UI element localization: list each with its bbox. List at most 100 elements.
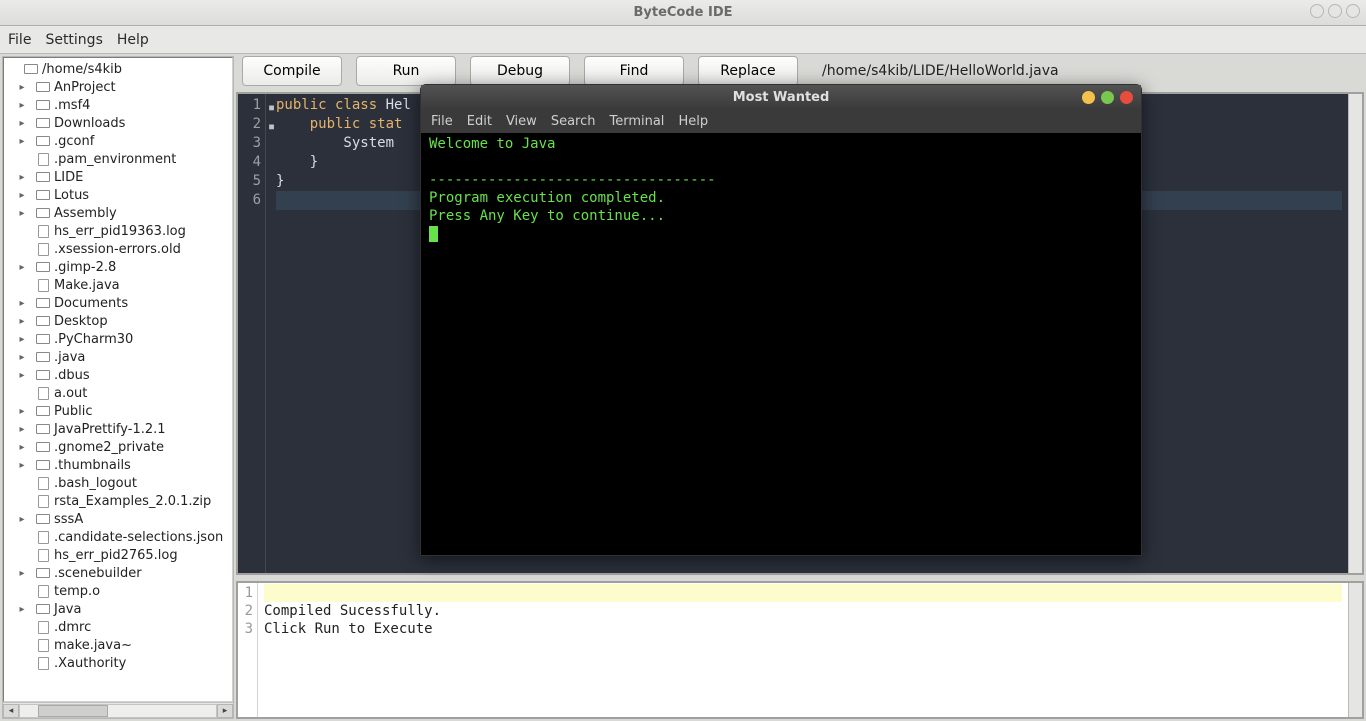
compile-button[interactable]: Compile [242, 56, 342, 86]
tree-item[interactable]: ▸JavaPrettify-1.2.1 [4, 420, 232, 438]
tree-item-label: .pam_environment [54, 152, 176, 167]
tree-item[interactable]: ▸.msf4 [4, 96, 232, 114]
tree-item[interactable]: make.java~ [4, 636, 232, 654]
tree-item[interactable]: .dmrc [4, 618, 232, 636]
editor-vscroll[interactable] [1348, 94, 1362, 573]
terminal-body[interactable]: Welcome to Java ------------------------… [421, 133, 1141, 555]
folder-icon [35, 206, 51, 220]
tree-item[interactable]: ▸.gimp-2.8 [4, 258, 232, 276]
scroll-track[interactable] [19, 704, 217, 718]
tree-item[interactable]: ▸Assembly [4, 204, 232, 222]
menu-file[interactable]: File [8, 32, 31, 48]
terminal-minimize-icon[interactable] [1082, 91, 1095, 104]
maximize-icon[interactable] [1328, 4, 1342, 18]
expand-icon[interactable]: ▸ [16, 208, 28, 219]
tree-item[interactable]: .pam_environment [4, 150, 232, 168]
tree-item[interactable]: rsta_Examples_2.0.1.zip [4, 492, 232, 510]
terminal-menu-file[interactable]: File [431, 114, 453, 129]
file-path: /home/s4kib/LIDE/HelloWorld.java [822, 63, 1059, 79]
expand-icon[interactable]: ▸ [16, 442, 28, 453]
debug-button[interactable]: Debug [470, 56, 570, 86]
file-icon [35, 584, 51, 598]
terminal-maximize-icon[interactable] [1101, 91, 1114, 104]
tree-item-label: Lotus [54, 188, 89, 203]
menu-help[interactable]: Help [117, 32, 149, 48]
output-gutter-line: 1 [238, 584, 253, 602]
terminal-close-icon[interactable] [1120, 91, 1133, 104]
tree-item-label: .xsession-errors.old [54, 242, 181, 257]
replace-button[interactable]: Replace [698, 56, 798, 86]
tree-item[interactable]: ▸Desktop [4, 312, 232, 330]
expand-icon[interactable]: ▸ [16, 172, 28, 183]
expand-icon[interactable]: ▸ [16, 136, 28, 147]
tree-root[interactable]: /home/s4kib [4, 60, 232, 78]
tree-item[interactable]: ▸.scenebuilder [4, 564, 232, 582]
file-icon [35, 242, 51, 256]
tree-item-label: hs_err_pid19363.log [54, 224, 186, 239]
file-icon [35, 656, 51, 670]
window-title: ByteCode IDE [633, 5, 732, 20]
expand-icon[interactable]: ▸ [16, 100, 28, 111]
expand-icon[interactable]: ▸ [16, 352, 28, 363]
terminal-menu-view[interactable]: View [506, 114, 537, 129]
tree-item[interactable]: .xsession-errors.old [4, 240, 232, 258]
terminal-menu-search[interactable]: Search [551, 114, 596, 129]
expand-icon[interactable]: ▸ [16, 406, 28, 417]
file-icon [35, 548, 51, 562]
expand-icon[interactable]: ▸ [16, 316, 28, 327]
file-tree[interactable]: /home/s4kib▸AnProject▸.msf4▸Downloads▸.g… [3, 57, 233, 702]
tree-item[interactable]: .Xauthority [4, 654, 232, 672]
terminal-menu-help[interactable]: Help [678, 114, 708, 129]
expand-icon[interactable]: ▸ [16, 262, 28, 273]
expand-icon[interactable]: ▸ [16, 604, 28, 615]
tree-item[interactable]: ▸Downloads [4, 114, 232, 132]
scroll-left-icon[interactable]: ◂ [3, 704, 19, 718]
tree-item-label: .Xauthority [54, 656, 126, 671]
expand-icon[interactable]: ▸ [16, 370, 28, 381]
expand-icon[interactable]: ▸ [16, 424, 28, 435]
tree-item[interactable]: ▸Documents [4, 294, 232, 312]
tree-item[interactable]: ▸.dbus [4, 366, 232, 384]
expand-icon[interactable]: ▸ [16, 298, 28, 309]
tree-item[interactable]: ▸.gnome2_private [4, 438, 232, 456]
file-icon [35, 278, 51, 292]
tree-item[interactable]: ▸Public [4, 402, 232, 420]
tree-item[interactable]: ▸ Lotus [4, 186, 232, 204]
run-button[interactable]: Run [356, 56, 456, 86]
expand-icon[interactable]: ▸ [16, 82, 28, 93]
menu-settings[interactable]: Settings [45, 32, 102, 48]
tree-item[interactable]: ▸.thumbnails [4, 456, 232, 474]
tree-item[interactable]: .bash_logout [4, 474, 232, 492]
sidebar-hscroll[interactable]: ◂ ▸ [3, 702, 233, 718]
tree-item[interactable]: hs_err_pid19363.log [4, 222, 232, 240]
close-icon[interactable] [1346, 4, 1360, 18]
folder-icon [35, 422, 51, 436]
tree-item[interactable]: .candidate-selections.json [4, 528, 232, 546]
terminal-menu-edit[interactable]: Edit [467, 114, 492, 129]
expand-icon[interactable]: ▸ [16, 118, 28, 129]
find-button[interactable]: Find [584, 56, 684, 86]
expand-icon[interactable]: ▸ [16, 190, 28, 201]
terminal-window[interactable]: Most Wanted File Edit View Search Termin… [420, 84, 1142, 556]
terminal-menu-terminal[interactable]: Terminal [609, 114, 664, 129]
minimize-icon[interactable] [1310, 4, 1324, 18]
expand-icon[interactable]: ▸ [16, 568, 28, 579]
scroll-thumb[interactable] [38, 705, 108, 717]
tree-item[interactable]: ▸sssA [4, 510, 232, 528]
tree-item[interactable]: ▸LIDE [4, 168, 232, 186]
tree-item[interactable]: ▸.gconf [4, 132, 232, 150]
output-vscroll[interactable] [1348, 583, 1362, 717]
expand-icon[interactable]: ▸ [16, 460, 28, 471]
expand-icon[interactable]: ▸ [16, 514, 28, 525]
tree-item[interactable]: Make.java [4, 276, 232, 294]
expand-icon[interactable]: ▸ [16, 334, 28, 345]
terminal-titlebar[interactable]: Most Wanted [421, 85, 1141, 109]
tree-item[interactable]: hs_err_pid2765.log [4, 546, 232, 564]
tree-item[interactable]: a.out [4, 384, 232, 402]
tree-item[interactable]: ▸.PyCharm30 [4, 330, 232, 348]
tree-item[interactable]: temp.o [4, 582, 232, 600]
tree-item[interactable]: ▸Java [4, 600, 232, 618]
scroll-right-icon[interactable]: ▸ [217, 704, 233, 718]
tree-item[interactable]: ▸AnProject [4, 78, 232, 96]
tree-item[interactable]: ▸.java [4, 348, 232, 366]
